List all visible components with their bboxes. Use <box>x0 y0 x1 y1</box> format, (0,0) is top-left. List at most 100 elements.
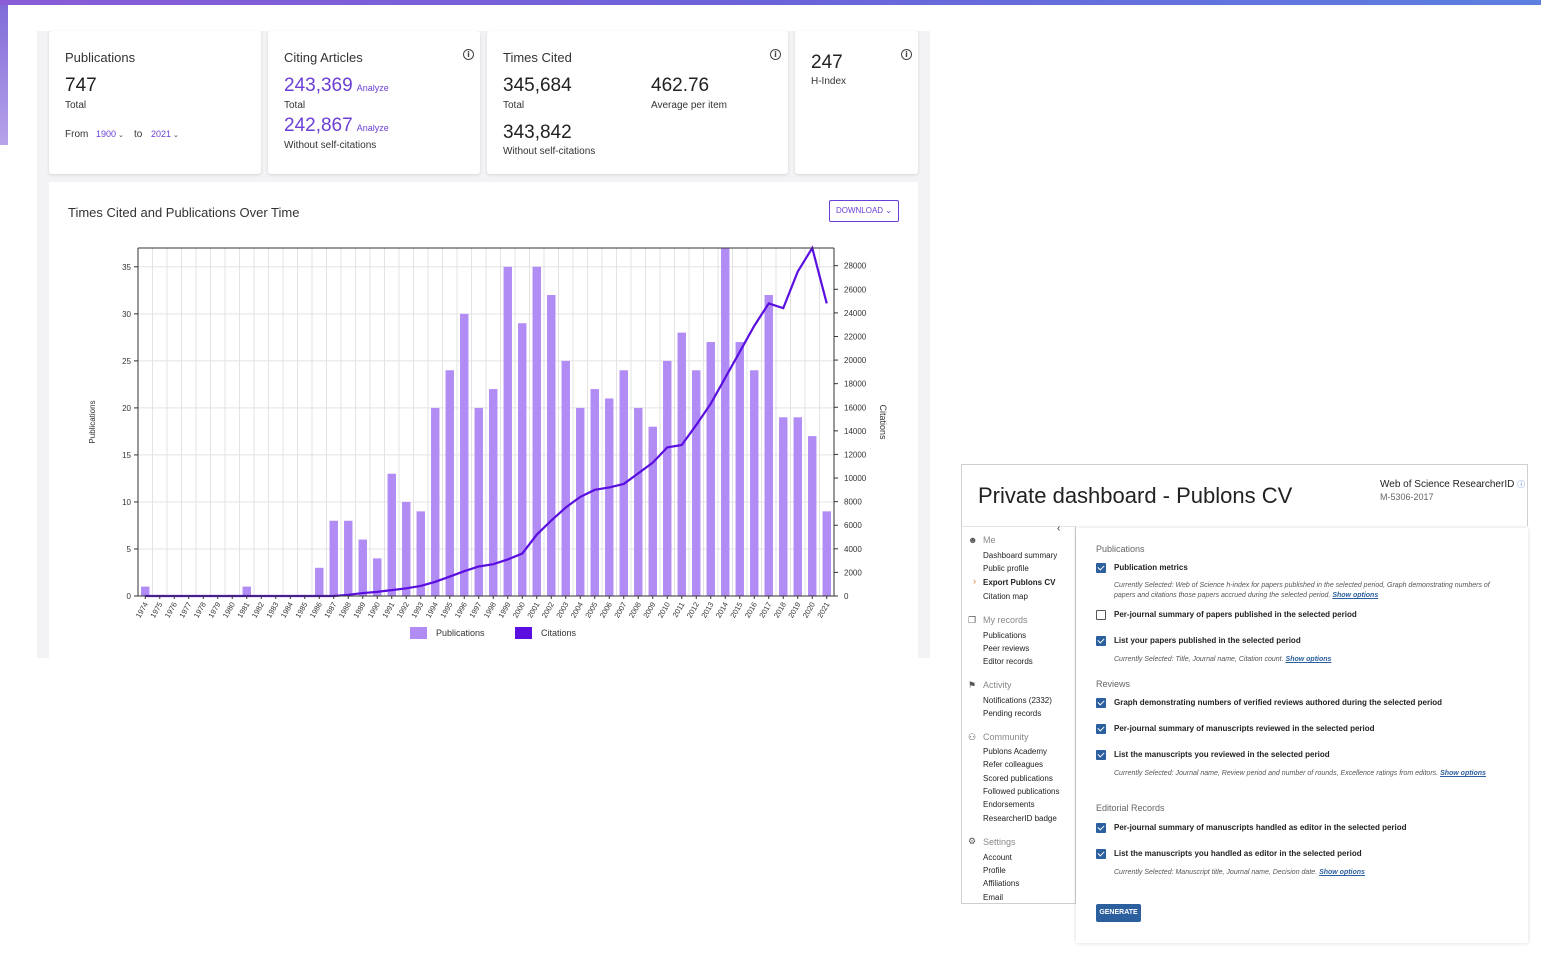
chevron-down-icon: ⌄ <box>173 132 179 139</box>
to-year-value: 2021 <box>151 129 172 139</box>
help-icon[interactable]: ⓘ <box>1517 480 1525 489</box>
from-year-dropdown[interactable]: 1900 ⌄ <box>96 129 124 139</box>
sidebar-item-publons-academy[interactable]: Publons Academy <box>983 747 1047 756</box>
sidebar-item-notifications[interactable]: Notifications (2332) <box>983 696 1052 705</box>
publications-label: Publications <box>65 50 136 65</box>
sidebar-item-editor-records[interactable]: Editor records <box>983 657 1033 666</box>
sidebar-item-followed-publications[interactable]: Followed publications <box>983 787 1060 796</box>
info-icon[interactable]: i <box>770 49 781 60</box>
publications-bar <box>764 295 773 596</box>
sidebar-item-email[interactable]: Email <box>983 893 1003 902</box>
publications-bar <box>445 370 454 596</box>
sidebar-group-activity: Activity <box>983 680 1012 690</box>
sidebar-item-export-publons-cv[interactable]: Export Publons CV <box>983 578 1055 587</box>
info-icon[interactable]: i <box>463 49 474 60</box>
x-tick-label: 1999 <box>496 601 512 620</box>
publication-metrics-checkbox[interactable] <box>1096 563 1106 573</box>
list-papers-label: List your papers published in the select… <box>1114 636 1301 645</box>
show-options-link[interactable]: Show options <box>1319 869 1365 876</box>
info-icon[interactable]: i <box>901 49 912 60</box>
list-editor-note: Currently Selected: Manuscript title, Jo… <box>1114 868 1504 878</box>
publication-metrics-note-text: Currently Selected: Web of Science h-ind… <box>1114 582 1490 599</box>
publications-bar <box>141 586 150 596</box>
right-tick-label: 8000 <box>844 498 862 507</box>
sidebar-item-citation-map[interactable]: Citation map <box>983 592 1028 601</box>
publication-metrics-label: Publication metrics <box>1114 563 1188 572</box>
show-options-link[interactable]: Show options <box>1286 656 1332 663</box>
legend-label-citations: Citations <box>541 628 577 638</box>
collapse-sidebar-icon[interactable]: ‹ <box>1057 523 1060 534</box>
sidebar-item-dashboard-summary[interactable]: Dashboard summary <box>983 551 1057 560</box>
publications-bar <box>547 295 556 596</box>
publications-total-label: Total <box>65 100 87 111</box>
publications-value: 747 <box>65 75 97 96</box>
citing-articles-label: Citing Articles <box>284 50 363 65</box>
show-options-link[interactable]: Show options <box>1440 770 1486 777</box>
sidebar-item-refer-colleagues[interactable]: Refer colleagues <box>983 760 1043 769</box>
x-tick-label: 2011 <box>671 601 687 619</box>
publications-bar <box>242 586 251 596</box>
x-tick-label: 1998 <box>482 601 498 620</box>
h-index-value: 247 <box>811 52 843 73</box>
gear-icon: ⚙ <box>968 836 977 846</box>
sidebar-item-account[interactable]: Account <box>983 853 1012 862</box>
list-reviews-checkbox[interactable] <box>1096 750 1106 760</box>
section-reviews: Reviews <box>1096 679 1131 689</box>
citing-total-number[interactable]: 243,369 <box>284 75 353 96</box>
sidebar-item-peer-reviews[interactable]: Peer reviews <box>983 644 1029 653</box>
to-label: to <box>134 129 143 140</box>
to-year-dropdown[interactable]: 2021 ⌄ <box>151 129 179 139</box>
sidebar-item-researcherid-badge[interactable]: ResearcherID badge <box>983 814 1057 823</box>
publications-bar <box>576 407 585 596</box>
show-options-link[interactable]: Show options <box>1332 592 1378 599</box>
list-papers-note: Currently Selected: Title, Journal name,… <box>1114 655 1504 665</box>
generate-button[interactable]: GENERATE <box>1096 904 1141 922</box>
right-tick-label: 26000 <box>844 285 867 294</box>
publication-metrics-note: Currently Selected: Web of Science h-ind… <box>1114 581 1504 601</box>
flag-icon: ⚑ <box>968 680 977 690</box>
sidebar-item-scored-publications[interactable]: Scored publications <box>983 774 1053 783</box>
x-tick-label: 1990 <box>366 601 382 620</box>
sidebar-item-affiliations[interactable]: Affiliations <box>983 879 1019 888</box>
list-editor-checkbox[interactable] <box>1096 849 1106 859</box>
right-tick-label: 2000 <box>844 568 862 577</box>
cv-sidebar: ‹ ☻ Me Dashboard summary Public profile … <box>961 523 1076 904</box>
sidebar-item-pending-records[interactable]: Pending records <box>983 709 1041 718</box>
sidebar-item-publications[interactable]: Publications <box>983 631 1026 640</box>
right-tick-label: 6000 <box>844 521 862 530</box>
analyze-link[interactable]: Analyze <box>357 83 389 93</box>
top-accent-bar <box>0 0 1541 5</box>
x-tick-label: 2006 <box>598 601 614 620</box>
x-tick-label: 2016 <box>743 601 759 620</box>
left-tick-label: 15 <box>122 451 131 460</box>
right-tick-label: 28000 <box>844 262 867 271</box>
analyze-link[interactable]: Analyze <box>357 123 389 133</box>
right-tick-label: 14000 <box>844 427 867 436</box>
x-tick-label: 1992 <box>395 601 411 620</box>
publications-bar <box>793 417 802 596</box>
sidebar-item-profile[interactable]: Profile <box>983 866 1006 875</box>
x-tick-label: 1994 <box>424 601 440 620</box>
list-papers-checkbox[interactable] <box>1096 636 1106 646</box>
sidebar-item-endorsements[interactable]: Endorsements <box>983 800 1035 809</box>
citing-wo-number[interactable]: 242,867 <box>284 115 353 136</box>
x-tick-label: 1989 <box>351 601 367 620</box>
publications-bar <box>590 389 599 596</box>
x-tick-label: 1982 <box>250 601 266 620</box>
right-tick-label: 12000 <box>844 450 867 459</box>
per-journal-papers-checkbox[interactable] <box>1096 610 1106 620</box>
legend-swatch-publications <box>410 627 427 639</box>
x-tick-label: 2012 <box>685 601 701 620</box>
per-journal-editor-checkbox[interactable] <box>1096 823 1106 833</box>
left-tick-label: 10 <box>122 498 131 507</box>
publications-bar <box>532 266 541 596</box>
sidebar-item-public-profile[interactable]: Public profile <box>983 564 1029 573</box>
publications-bar <box>315 567 324 596</box>
graph-reviews-checkbox[interactable] <box>1096 698 1106 708</box>
publons-cv-panel: Private dashboard - Publons CV Web of Sc… <box>961 464 1528 944</box>
right-tick-label: 4000 <box>844 545 862 554</box>
x-tick-label: 1974 <box>134 601 150 620</box>
per-journal-reviews-checkbox[interactable] <box>1096 724 1106 734</box>
x-tick-label: 2001 <box>525 601 541 620</box>
researcher-id-text: Web of Science ResearcherID <box>1380 479 1515 490</box>
